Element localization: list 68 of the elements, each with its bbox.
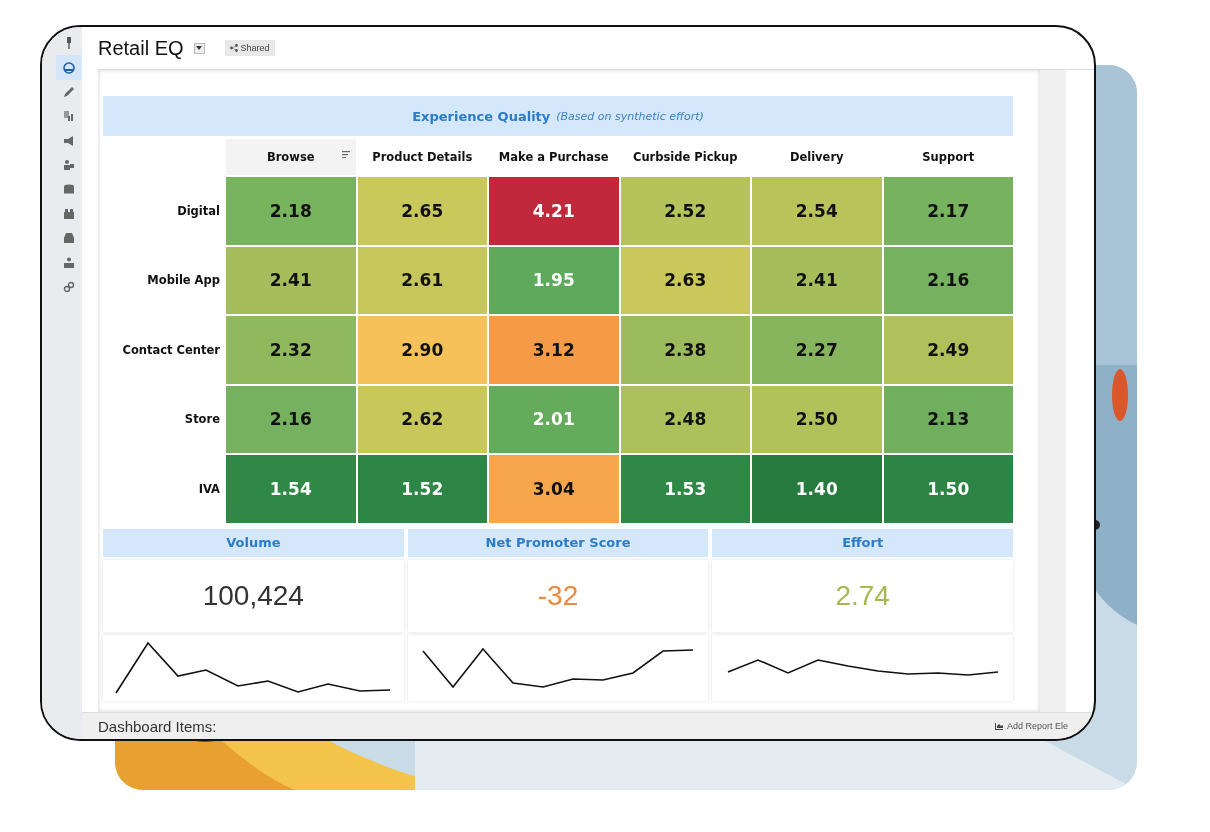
heatmap-cell: 2.61	[357, 246, 487, 314]
sort-icon	[341, 151, 350, 158]
dashboard-items-label: Dashboard Items:	[98, 717, 217, 735]
row-label: Store	[183, 411, 221, 429]
heatmap-cell: 2.48	[620, 385, 750, 453]
row-label: Digital	[176, 202, 221, 220]
kpi-value: 2.74	[835, 579, 890, 612]
heatmap-cell: 2.65	[357, 177, 487, 245]
heatmap-cell: 2.54	[752, 177, 882, 245]
heatmap-cell: 3.12	[489, 316, 619, 384]
scrollbar[interactable]	[1040, 70, 1066, 712]
row-label: Mobile App	[146, 272, 221, 290]
heatmap-title: Experience Quality	[412, 108, 551, 124]
link-icon	[63, 281, 75, 294]
heatmap-cell: 2.38	[620, 316, 750, 384]
heatmap-cell: 1.95	[489, 246, 619, 314]
heatmap-cell: 2.49	[883, 316, 1013, 384]
chart-icon	[63, 110, 75, 123]
column-header[interactable]: Support	[883, 139, 1013, 175]
row-label: Contact Center	[121, 341, 221, 359]
kpi-title: Volume	[103, 528, 404, 557]
add-report-button[interactable]: Add Report Ele	[994, 721, 1068, 731]
kpi-value: -32	[537, 579, 579, 612]
column-header[interactable]: Browse	[226, 139, 356, 175]
heatmap-cell: 2.52	[620, 177, 750, 245]
column-header[interactable]: Curbside Pickup	[620, 139, 750, 175]
heatmap-cell: 2.41	[752, 246, 882, 314]
tray-icon	[63, 232, 75, 245]
caret-icon	[196, 46, 203, 50]
heatmap-cell: 2.16	[883, 246, 1013, 314]
heatmap-cell: 2.63	[620, 246, 750, 314]
heatmap-cell: 2.62	[357, 385, 487, 453]
people-icon	[63, 159, 75, 172]
gauge-icon	[63, 61, 75, 74]
kpi-title: Effort	[712, 528, 1013, 557]
heatmap-cell: 2.27	[752, 316, 882, 384]
heatmap-subtitle: (Based on synthetic effort)	[556, 109, 704, 123]
heatmap-cell: 2.41	[226, 246, 356, 314]
column-header[interactable]: Make a Purchase	[489, 139, 619, 175]
heatmap-cell: 2.17	[883, 177, 1013, 245]
heatmap-cell: 1.53	[620, 455, 750, 523]
dashboard-title: Retail EQ	[98, 36, 184, 60]
megaphone-icon	[63, 134, 75, 147]
heatmap-cell: 1.52	[357, 455, 487, 523]
title-dropdown-button[interactable]	[193, 42, 205, 54]
heatmap-cell: 4.21	[489, 177, 619, 245]
heatmap-cell: 2.50	[752, 385, 882, 453]
shared-button[interactable]: Shared	[224, 40, 275, 56]
heatmap-cell: 2.01	[489, 385, 619, 453]
heatmap-cell: 1.54	[226, 455, 356, 523]
heatmap-cell: 2.16	[226, 385, 356, 453]
heatmap-cell: 1.50	[883, 455, 1013, 523]
heatmap-cell: 3.04	[489, 455, 619, 523]
heatmap-cell: 2.13	[883, 385, 1013, 453]
share-icon	[229, 44, 238, 52]
sidebar-gauge-button[interactable]	[56, 55, 82, 80]
heatmap-cell: 2.18	[226, 177, 356, 245]
pencil-icon	[63, 85, 75, 98]
row-label: IVA	[197, 480, 221, 498]
column-header[interactable]: Product Details	[357, 139, 487, 175]
heatmap-cell: 2.32	[226, 316, 356, 384]
kpi-title: Net Promoter Score	[407, 528, 709, 557]
kpi-value: 100,424	[202, 579, 304, 612]
column-header[interactable]: Delivery	[752, 139, 882, 175]
chart-icon	[994, 722, 1003, 730]
heatmap-cell: 1.40	[752, 455, 882, 523]
heatmap-cell: 2.90	[357, 316, 487, 384]
group-icon	[63, 256, 75, 269]
